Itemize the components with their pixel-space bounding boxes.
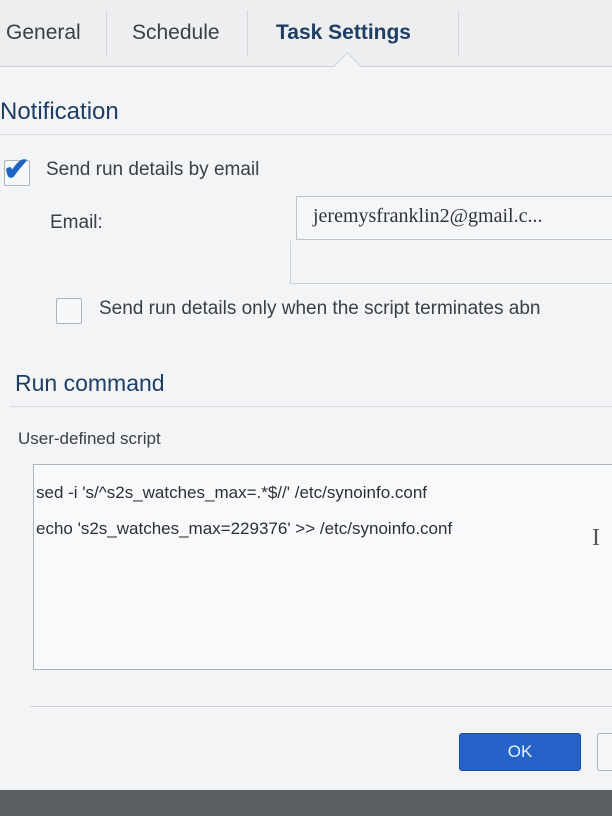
tab-schedule[interactable]: Schedule bbox=[132, 0, 220, 66]
cancel-button[interactable] bbox=[597, 733, 612, 771]
text-cursor-icon: I bbox=[592, 525, 600, 551]
email-field-box bbox=[290, 241, 612, 284]
script-label: User-defined script bbox=[18, 429, 161, 448]
script-line: echo 's2s_watches_max=229376' >> /etc/sy… bbox=[36, 519, 453, 538]
ok-button[interactable]: OK bbox=[459, 733, 581, 771]
abnormal-only-label: Send run details only when the script te… bbox=[99, 298, 541, 319]
run-command-title: Run command bbox=[15, 370, 165, 396]
email-field[interactable]: jeremysfranklin2@gmail.c... bbox=[296, 196, 612, 240]
desktop-background bbox=[0, 790, 612, 816]
footer-divider bbox=[30, 706, 612, 707]
email-value: jeremysfranklin2@gmail.c... bbox=[313, 205, 543, 227]
tab-general[interactable]: General bbox=[6, 0, 81, 66]
notification-title: Notification bbox=[0, 98, 119, 125]
script-textarea[interactable]: sed -i 's/^s2s_watches_max=.*$//' /etc/s… bbox=[33, 464, 612, 670]
tab-separator bbox=[247, 10, 248, 56]
section-divider bbox=[0, 134, 612, 135]
checkmark-icon: ✔ bbox=[3, 151, 30, 187]
send-email-checkbox[interactable]: ✔ bbox=[3, 151, 30, 187]
email-label: Email: bbox=[50, 212, 103, 233]
tab-separator bbox=[458, 10, 459, 56]
send-email-label: Send run details by email bbox=[46, 159, 260, 180]
tab-task-settings-label: Task Settings bbox=[276, 21, 411, 44]
task-settings-dialog: General Schedule Task Settings Notificat… bbox=[0, 0, 612, 790]
tab-general-label: General bbox=[6, 21, 81, 44]
abnormal-only-checkbox[interactable] bbox=[56, 298, 82, 324]
ok-button-label: OK bbox=[507, 742, 533, 761]
section-divider bbox=[10, 406, 612, 407]
tab-separator bbox=[106, 10, 107, 56]
tab-schedule-label: Schedule bbox=[132, 21, 220, 44]
tab-bar: General Schedule Task Settings bbox=[0, 0, 612, 79]
script-line: sed -i 's/^s2s_watches_max=.*$//' /etc/s… bbox=[36, 483, 428, 502]
